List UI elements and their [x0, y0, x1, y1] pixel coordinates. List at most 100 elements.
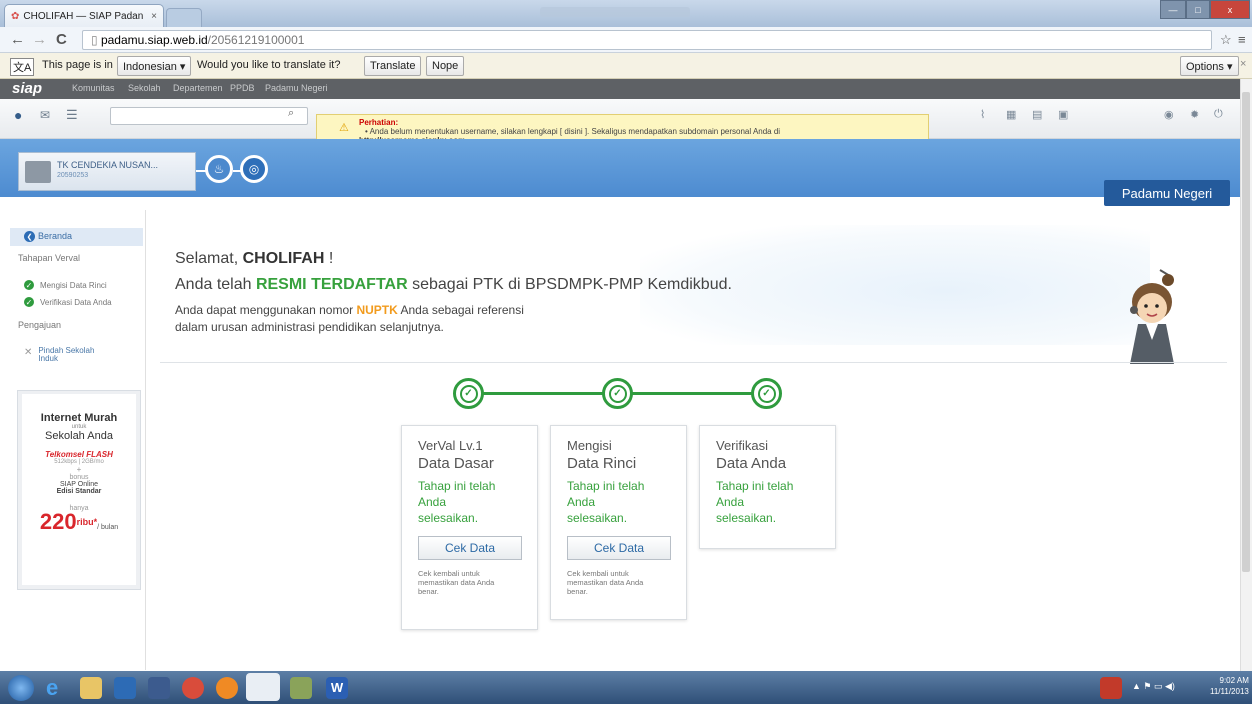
search-icon[interactable]: ⌕	[288, 107, 294, 120]
step-card-1: VerVal Lv.1 Data Dasar Tahap ini telah An…	[401, 425, 538, 630]
school-code: 20590253	[57, 172, 89, 179]
ad-spec1: 512kbps	[54, 459, 77, 465]
scrollbar-thumb[interactable]	[1242, 92, 1250, 572]
ad-title1: Internet Murah	[40, 412, 118, 424]
sidebar-item-verifikasi[interactable]: ✓ Verifikasi Data Anda	[24, 297, 112, 307]
tahapan-verval-heading: Tahapan Verval	[18, 253, 81, 263]
nav-sekolah[interactable]: Sekolah	[128, 83, 161, 93]
media-icon[interactable]	[114, 677, 136, 699]
start-button-icon[interactable]	[8, 675, 34, 701]
step-card-2: Mengisi Data Rinci Tahap ini telah Anda se…	[550, 425, 687, 620]
step3-check-icon: ✓	[751, 378, 782, 409]
nuptk-suffix: Anda sebagai referensi	[397, 303, 524, 317]
maximize-button[interactable]: □	[1186, 0, 1210, 19]
step2-check-icon: ✓	[602, 378, 633, 409]
mail-icon[interactable]: ✉	[40, 108, 50, 122]
step3-h2: Data Anda	[716, 455, 787, 472]
tray-icons[interactable]: ▲ ⚑ ▭ ◀)	[1132, 681, 1175, 692]
translate-question: Would you like to translate it?	[197, 59, 341, 71]
browser-tab[interactable]: ✿ CHOLIFAH — SIAP Padan ×	[4, 4, 164, 27]
translate-close-icon[interactable]: ×	[1240, 58, 1246, 70]
target-step-icon[interactable]: ◎	[240, 155, 268, 183]
cek-data-button-1[interactable]: Cek Data	[418, 536, 522, 560]
padamu-negeri-badge[interactable]: Padamu Negeri	[1104, 180, 1230, 206]
sidebar-item-pindah[interactable]: ✕ Pindah Sekolah Induk	[24, 347, 98, 363]
step-card-3: Verifikasi Data Anda Tahap ini telah Anda…	[699, 425, 836, 549]
paint-icon[interactable]	[290, 677, 312, 699]
translate-prefix: This page is in	[42, 59, 113, 71]
ad-content[interactable]: Internet Murah untuk Sekolah Anda Telkom…	[22, 394, 136, 585]
search-input[interactable]	[110, 107, 308, 125]
step3-status2: Anda	[716, 495, 745, 509]
url-field[interactable]: ▯ padamu.siap.web.id/20561219100001	[82, 30, 1212, 50]
telkomsel-logo: Telkomsel	[45, 450, 84, 459]
greeting: Selamat, CHOLIFAH !	[175, 250, 333, 268]
step2-h2: Data Rinci	[567, 455, 637, 472]
nav-departemen[interactable]: Departemen	[173, 83, 223, 93]
list-icon[interactable]: ☰	[66, 107, 78, 123]
tab-close-icon[interactable]: ×	[151, 11, 157, 22]
step2-h1: Mengisi	[567, 438, 612, 453]
close-window-button[interactable]: x	[1210, 0, 1250, 19]
chrome-icon[interactable]	[246, 673, 280, 701]
school-name: TK CENDEKIA NUSAN...	[57, 160, 159, 170]
app-icon[interactable]	[148, 677, 170, 699]
window-title-blur	[540, 7, 690, 17]
ie-icon[interactable]: e	[46, 677, 68, 699]
ad-spec2: 2GB/mo	[81, 459, 104, 465]
new-tab-button[interactable]	[166, 8, 202, 27]
user-icon[interactable]: ●	[14, 107, 22, 123]
globe-icon[interactable]: ◉	[1164, 108, 1174, 121]
explorer-icon[interactable]	[80, 677, 102, 699]
ad-edisi: Edisi Standar	[56, 488, 102, 495]
ad-title2: Sekolah Anda	[45, 430, 113, 442]
resmi-prefix: Anda telah	[175, 276, 256, 293]
taskbar-clock[interactable]: 9:02 AM 11/11/2013	[1210, 675, 1249, 697]
pengajuan-heading: Pengajuan	[18, 320, 62, 330]
nav-padamu-negeri[interactable]: Padamu Negeri	[265, 83, 328, 93]
tray-app-icon[interactable]	[1100, 677, 1122, 699]
rss-icon[interactable]: ⌇	[980, 108, 985, 121]
menu-icon[interactable]: ≡	[1238, 32, 1246, 47]
calendar-icon[interactable]: ▤	[1032, 108, 1042, 121]
resmi-suffix: sebagai PTK di BPSDMPK-PMP Kemdikbud.	[407, 276, 732, 293]
step1-status1: Tahap ini telah	[418, 479, 496, 493]
step1-h2: Data Dasar	[418, 455, 494, 472]
siap-logo[interactable]: siap	[12, 80, 42, 97]
translate-icon: 文A	[10, 58, 35, 76]
sidebar-item-beranda[interactable]: ❮ Beranda	[10, 228, 143, 246]
step2-status1: Tahap ini telah	[567, 479, 645, 493]
nav-komunitas[interactable]: Komunitas	[72, 83, 115, 93]
grid-icon[interactable]: ▦	[1006, 108, 1016, 121]
school-card[interactable]: TK CENDEKIA NUSAN... 20590253	[18, 152, 196, 191]
back-arrow-icon[interactable]: ←	[10, 31, 25, 48]
power-icon[interactable]: ⏻	[1214, 108, 1223, 121]
reload-icon[interactable]: C	[56, 31, 67, 48]
forward-arrow-icon[interactable]: →	[32, 31, 47, 48]
sidebar-item-mengisi[interactable]: ✓ Mengisi Data Rinci	[24, 280, 107, 290]
minimize-button[interactable]: —	[1160, 0, 1186, 19]
address-bar-row: ← → C ▯ padamu.siap.web.id/2056121910000…	[0, 27, 1252, 53]
word-icon[interactable]: W	[326, 677, 348, 699]
nope-button[interactable]: Nope	[426, 56, 465, 76]
options-button[interactable]: Options ▾	[1180, 56, 1239, 76]
bookmark-star-icon[interactable]: ☆	[1220, 32, 1232, 48]
document-icon[interactable]: ▣	[1058, 108, 1068, 121]
step2-status3: selesaikan.	[567, 511, 628, 525]
translate-button[interactable]: Translate	[364, 56, 422, 76]
gear-icon[interactable]: ✹	[1190, 108, 1199, 121]
nav-ppdb[interactable]: PPDB	[230, 83, 255, 93]
registered-message: Anda telah RESMI TERDAFTAR sebagai PTK d…	[175, 276, 732, 294]
beranda-label: Beranda	[38, 231, 73, 241]
ad-per: / bulan	[97, 524, 119, 531]
language-select[interactable]: Indonesian ▾	[117, 56, 192, 76]
chart-step-icon[interactable]: ♨	[205, 155, 233, 183]
cek-data-button-2[interactable]: Cek Data	[567, 536, 671, 560]
firefox-icon[interactable]	[216, 677, 238, 699]
ad-price-unit: ribu*	[76, 517, 98, 527]
pindah-label: Pindah Sekolah Induk	[38, 346, 95, 363]
check-icon: ✓	[24, 297, 34, 307]
step1-h1: VerVal Lv.1	[418, 438, 483, 453]
clock-time: 9:02 AM	[1219, 676, 1249, 685]
shield-app-icon[interactable]	[182, 677, 204, 699]
